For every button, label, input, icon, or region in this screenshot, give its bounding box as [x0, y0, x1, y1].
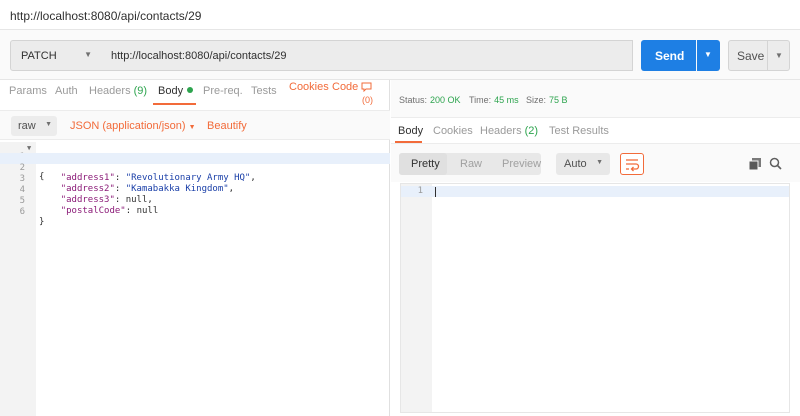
chevron-down-icon: ▼	[84, 50, 92, 59]
line-number: 6	[19, 207, 25, 217]
view-mode-segment: Pretty Raw Preview	[399, 153, 541, 175]
resp-tab-headers-label: Headers	[480, 125, 522, 137]
code-line: 6 }	[0, 197, 390, 227]
tab-headers-label: Headers	[89, 85, 131, 97]
line-gutter	[401, 184, 432, 412]
url-input[interactable]	[101, 40, 633, 71]
status-label: Status:	[399, 95, 428, 105]
chevron-down-icon: ▼	[704, 50, 712, 59]
format-label: Auto	[564, 158, 587, 170]
code-line: 1 ▼ {	[0, 142, 390, 182]
tab-tests[interactable]: Tests	[251, 85, 277, 97]
tab-body-label: Body	[158, 85, 184, 97]
body-indicator-dot	[187, 87, 194, 93]
size-label: Size:	[526, 95, 547, 105]
time-stat: Time: 45 ms	[469, 95, 519, 105]
response-tabs: Body Cookies Headers (2) Test Results	[391, 118, 800, 144]
chevron-down-icon: ▼	[188, 124, 196, 131]
body-mode-label: raw	[18, 120, 36, 132]
chevron-down-icon: ▼	[596, 159, 603, 166]
time-value: 45 ms	[494, 95, 519, 105]
save-button[interactable]: Save	[728, 40, 768, 71]
headers-count: (9)	[133, 85, 148, 97]
code-link[interactable]: Code	[332, 81, 358, 93]
tab-auth[interactable]: Auth	[55, 85, 78, 97]
url-title-bar: http://localhost:8080/api/contacts/29	[0, 0, 800, 30]
chevron-down-icon: ▼	[45, 121, 52, 128]
request-bar: PATCH ▼ Send ▼ Save ▼	[0, 30, 800, 80]
send-button[interactable]: Send	[641, 40, 696, 71]
resp-tab-body[interactable]: Body	[398, 125, 423, 137]
status-stat: Status: 200 OK	[399, 95, 461, 105]
size-stat: Size: 75 B	[526, 95, 568, 105]
cookies-link[interactable]: Cookies	[289, 81, 329, 93]
method-label: PATCH	[21, 50, 57, 62]
tab-headers[interactable]: Headers (9)	[89, 85, 147, 97]
status-value: 200 OK	[430, 95, 461, 105]
view-preview-button[interactable]: Preview	[502, 158, 541, 170]
tab-params[interactable]: Params	[9, 85, 47, 97]
resp-tab-test-results[interactable]: Test Results	[549, 125, 609, 137]
copy-icon[interactable]	[749, 158, 761, 170]
response-view-toolbar: Pretty Raw Preview Auto ▼	[391, 144, 800, 182]
wrap-lines-button[interactable]	[620, 153, 644, 175]
save-label: Save	[737, 49, 765, 63]
code-line: 1	[401, 186, 789, 197]
wrap-lines-icon	[626, 159, 640, 172]
method-select[interactable]: PATCH ▼	[10, 40, 102, 71]
content-type-label: JSON (application/json)	[70, 120, 186, 132]
time-label: Time:	[469, 95, 492, 105]
request-body-editor[interactable]: 1 ▼ { 2 "address1": "Revolutionary Army …	[0, 142, 390, 416]
code-line: 2 "address1": "Revolutionary Army HQ",	[0, 153, 390, 183]
code-line: 4 "address3": null,	[0, 175, 390, 205]
chevron-down-icon: ▼	[775, 51, 783, 60]
active-tab-indicator	[153, 103, 196, 105]
send-options-button[interactable]: ▼	[697, 40, 720, 71]
fold-arrow-icon[interactable]: ▼	[27, 144, 31, 152]
request-pane: Params Auth Headers (9) Body Pre-req. Te…	[0, 80, 390, 416]
beautify-link[interactable]: Beautify	[207, 120, 247, 132]
resp-tab-cookies[interactable]: Cookies	[433, 125, 473, 137]
comment-icon[interactable]	[361, 82, 372, 92]
resp-tab-headers[interactable]: Headers (2)	[480, 125, 538, 137]
response-status-row: Status: 200 OK Time: 45 ms Size: 75 B	[391, 80, 800, 118]
text-cursor	[435, 187, 436, 197]
response-body-viewer[interactable]: 1	[400, 183, 790, 413]
line-number: 1	[417, 186, 423, 196]
request-tabs: Params Auth Headers (9) Body Pre-req. Te…	[0, 80, 390, 106]
tab-prereq[interactable]: Pre-req.	[203, 85, 243, 97]
view-pretty-label: Pretty	[411, 158, 440, 170]
save-options-button[interactable]: ▼	[768, 40, 790, 71]
format-select[interactable]: Auto ▼	[556, 153, 610, 175]
code-line: 5 "postalCode": null	[0, 186, 390, 216]
comments-count: (0)	[362, 95, 373, 105]
resp-headers-count: (2)	[524, 125, 539, 137]
response-pane: Status: 200 OK Time: 45 ms Size: 75 B Body …	[391, 80, 800, 416]
send-label: Send	[655, 49, 685, 63]
search-icon[interactable]	[769, 157, 782, 170]
body-mode-select[interactable]: raw ▼	[11, 116, 57, 136]
active-tab-indicator	[395, 141, 422, 143]
window-title: http://localhost:8080/api/contacts/29	[10, 9, 202, 23]
size-value: 75 B	[549, 95, 568, 105]
code-text: }	[39, 217, 45, 227]
tab-body[interactable]: Body	[158, 85, 194, 97]
content-type-select[interactable]: JSON (application/json) ▼	[70, 120, 196, 132]
view-pretty-button[interactable]: Pretty	[399, 153, 447, 175]
code-line: 3 "address2": "Kamabakka Kingdom",	[0, 164, 390, 194]
view-raw-button[interactable]: Raw	[460, 158, 482, 170]
body-options-bar: raw ▼ JSON (application/json) ▼ Beautify	[0, 110, 390, 140]
